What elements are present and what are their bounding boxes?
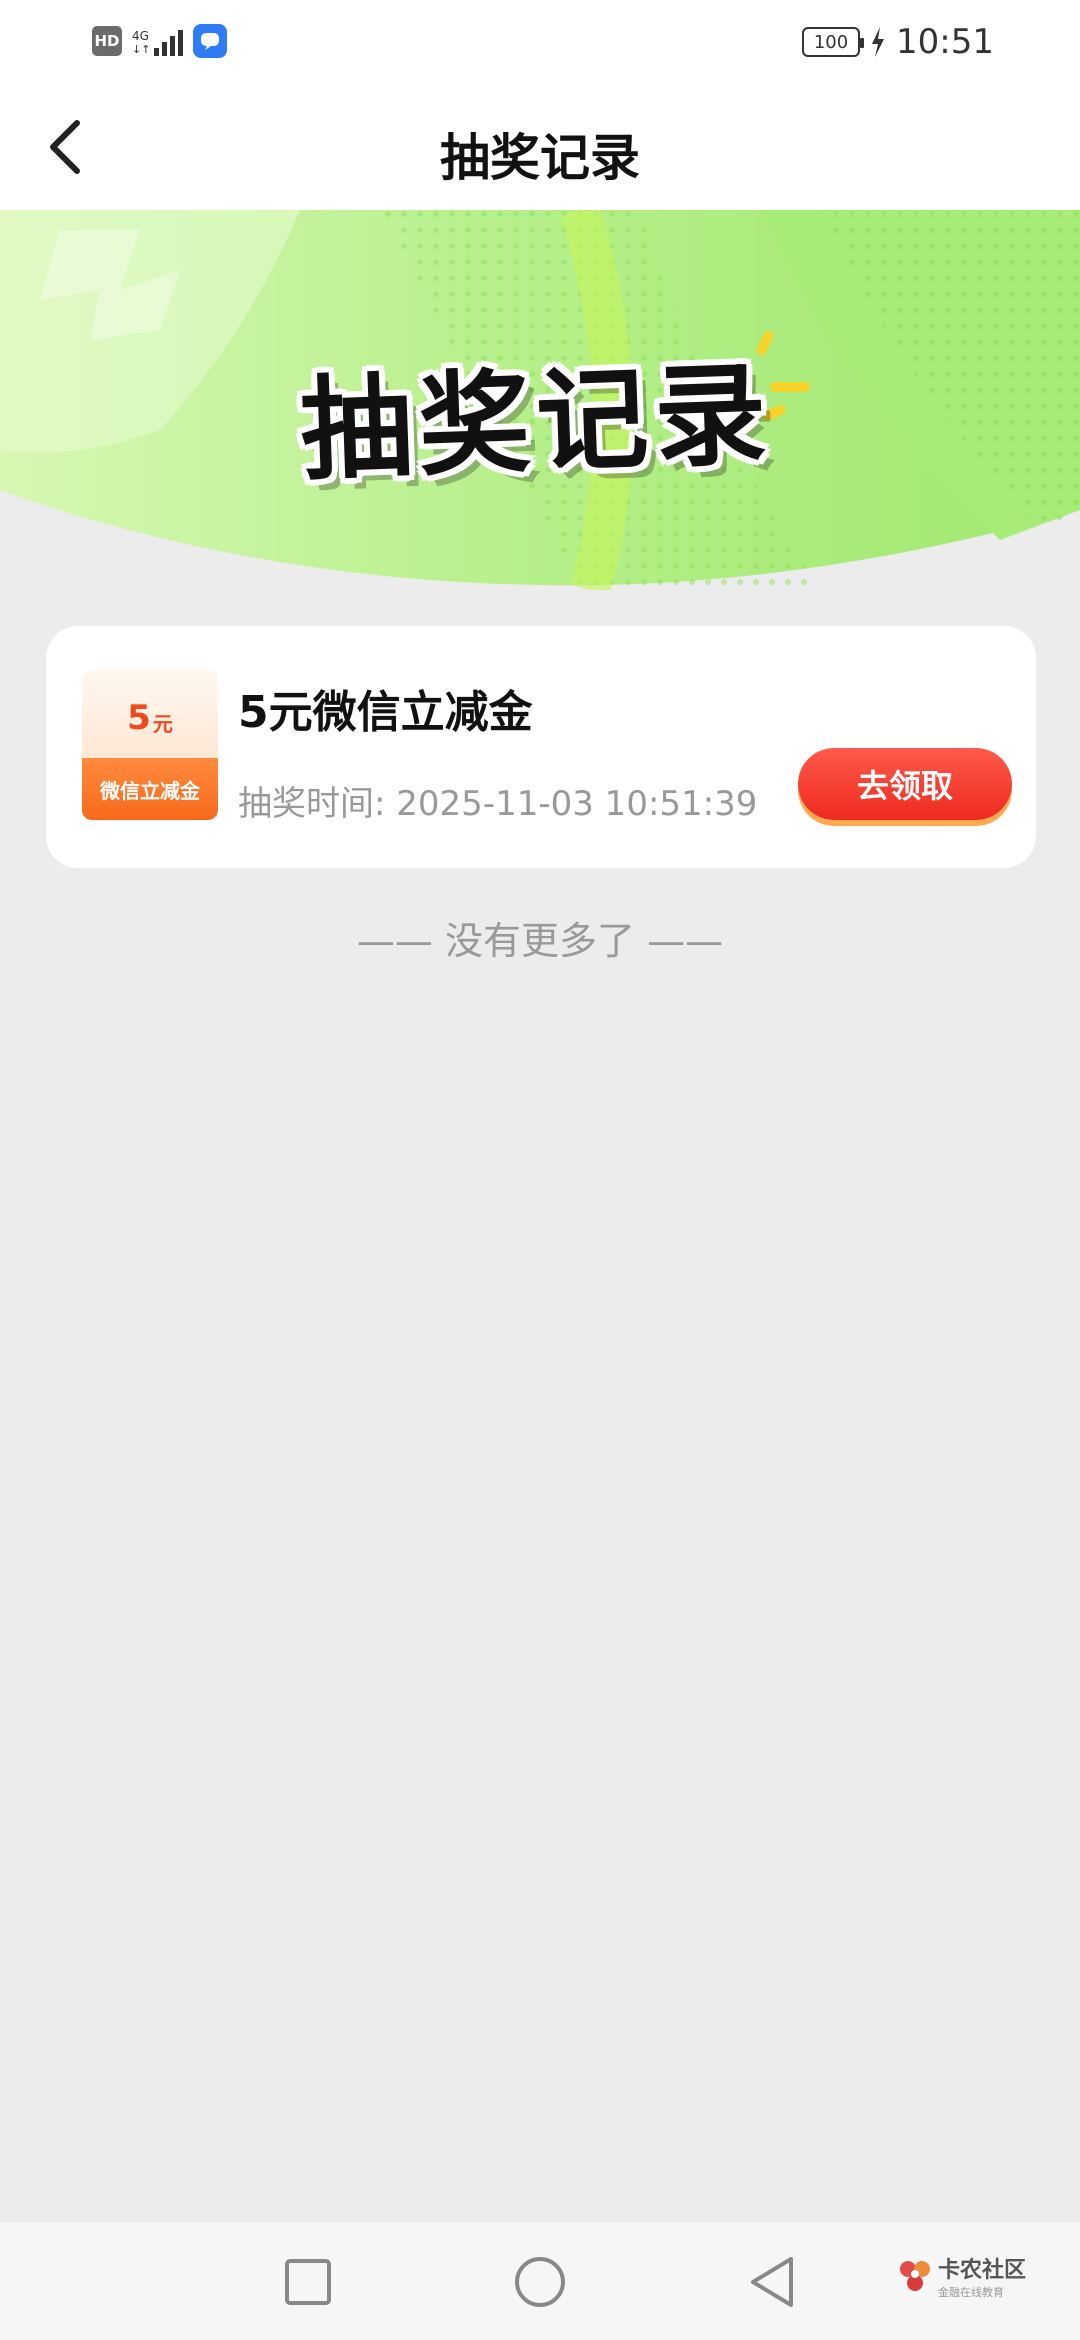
claim-button[interactable]: 去领取 [798,748,1012,820]
status-bar: HD 4G ↓↑ 100 10:51 [0,0,1080,84]
watermark-logo-icon [900,2261,930,2291]
hd-icon: HD [92,26,122,56]
status-left: HD 4G ↓↑ [92,24,228,58]
system-nav-bar: 卡农社区 金融在线教育 [0,2222,1080,2340]
battery-icon: 100 [802,27,865,57]
charging-icon [872,27,885,57]
draw-time-label: 抽奖时间: [238,784,386,824]
watermark-main: 卡农社区 [938,2258,1027,2283]
prize-name: 5元微信立减金 [238,687,533,738]
home-icon [515,2257,565,2307]
draw-time-value: 2025-11-03 10:51:39 [396,784,758,824]
no-more-text: —— 没有更多了 —— [356,919,724,963]
recent-apps-icon [285,2259,331,2305]
chat-app-icon [193,24,228,58]
home-button[interactable] [508,2250,572,2314]
app-header: 抽奖记录 [0,84,1080,210]
status-time: 10:51 [896,22,994,62]
page-title: 抽奖记录 [440,129,640,187]
banner-title: 抽奖记录 [298,349,775,497]
watermark-sub: 金融在线教育 [938,2286,1004,2299]
record-card: 5 元 微信立减金 5元微信立减金 抽奖时间: 2025-11-03 10:51… [46,626,1036,868]
thumb-label: 微信立减金 [82,758,218,820]
back-icon [751,2257,793,2307]
thumb-amount-area: 5 元 [82,670,218,766]
watermark: 卡农社区 金融在线教育 [898,2252,1026,2300]
signal-icon: 4G ↓↑ [132,26,184,56]
system-back-button[interactable] [740,2250,804,2314]
draw-time: 抽奖时间: 2025-11-03 10:51:39 [238,776,757,825]
thumb-amount: 5 [127,698,151,738]
prize-thumbnail: 5 元 微信立减金 [82,670,218,820]
recent-apps-button[interactable] [276,2250,340,2314]
status-right: 100 10:51 [802,22,994,62]
thumb-unit: 元 [152,711,173,736]
banner: 抽奖记录 [0,210,1080,590]
network-label: 4G [132,29,149,43]
battery-level: 100 [813,31,849,53]
